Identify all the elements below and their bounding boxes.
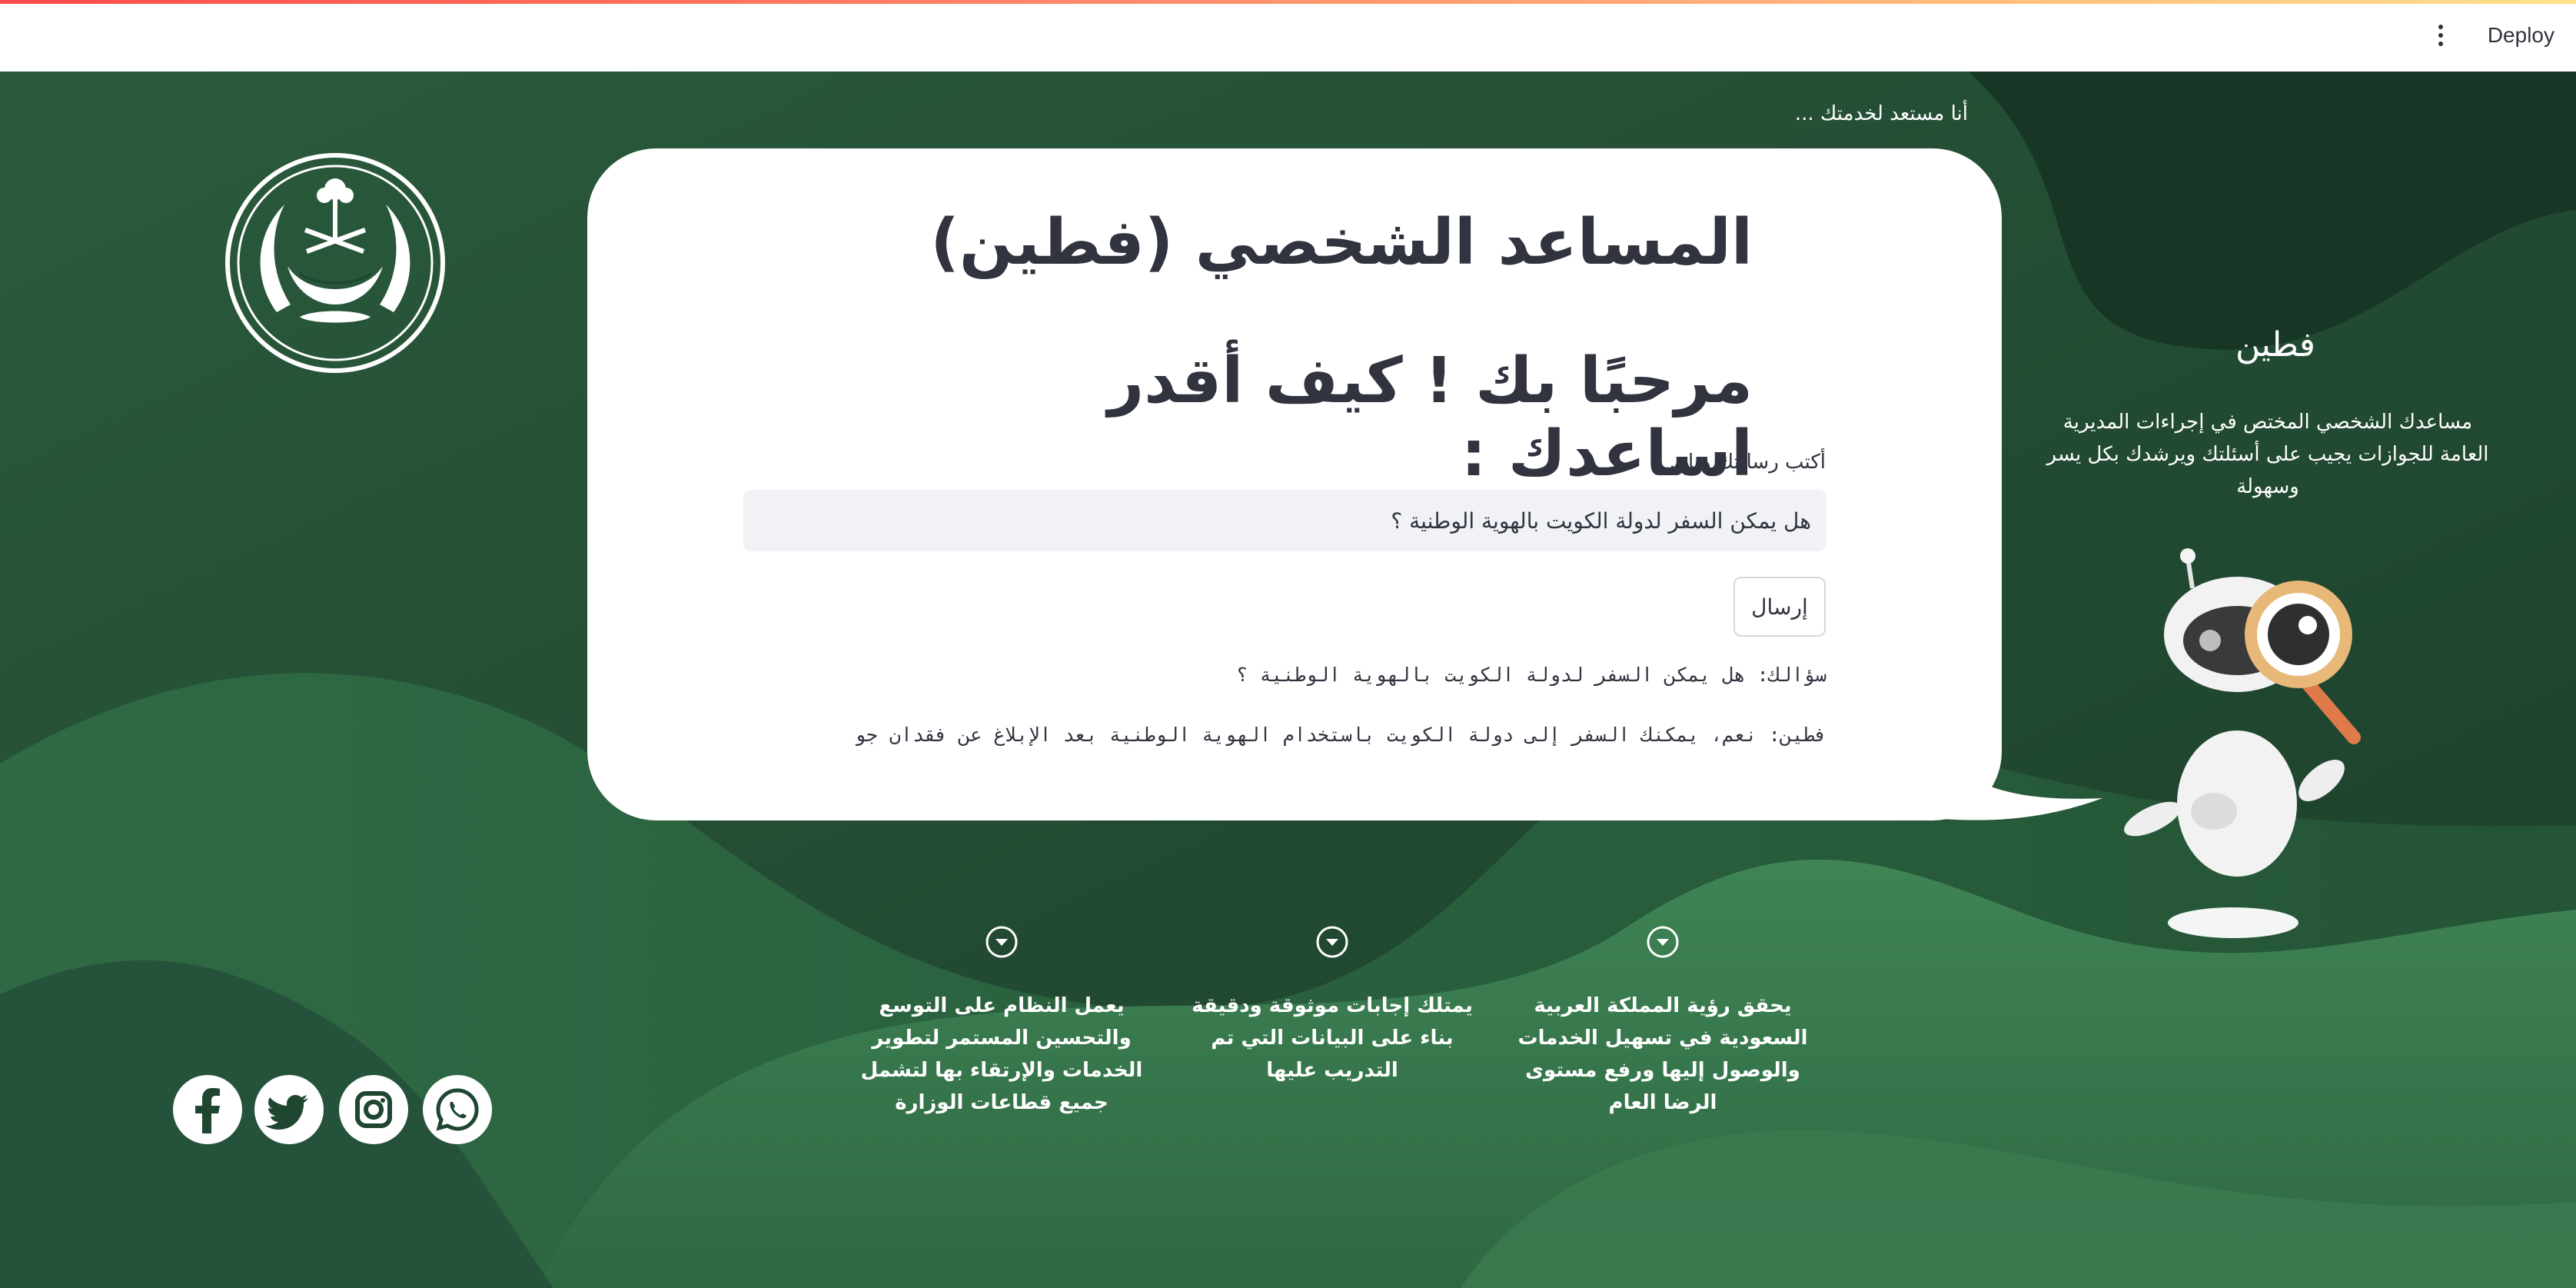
chevron-down-circle-icon[interactable] xyxy=(1646,925,1680,959)
page-title: المساعد الشخصي (فطين) xyxy=(930,206,1753,279)
feature-vision: يحقق رؤية المملكة العربية السعودية في تس… xyxy=(1509,925,1816,1119)
message-input[interactable] xyxy=(743,490,1826,551)
feature-text: يعمل النظام على التوسع والتحسين المستمر … xyxy=(860,994,1143,1114)
chevron-down-circle-icon[interactable] xyxy=(985,925,1019,959)
kebab-menu-icon[interactable] xyxy=(2427,20,2453,51)
ready-caption: أنا مستعد لخدمتك ... xyxy=(1794,102,1968,125)
top-decoration-bar xyxy=(0,0,2576,4)
feature-reliable-answers: يمتلك إجابات موثوقة ودقيقة بناء على البي… xyxy=(1178,925,1486,1087)
social-links xyxy=(173,1075,496,1146)
message-input-label: أكتب رسالتك هنا... xyxy=(1669,451,1826,474)
deploy-button[interactable]: Deploy xyxy=(2488,23,2554,48)
chat-answer: فطين: نعم، يمكنك السفر إلى دولة الكويت ب… xyxy=(854,724,1826,746)
assistant-description: مساعدك الشخصي المختص في إجراءات المديرية… xyxy=(2046,411,2489,498)
main-stage: أنا مستعد لخدمتك ... المساعد الشخصي (فطي… xyxy=(0,72,2576,1288)
feature-text: يحقق رؤية المملكة العربية السعودية في تس… xyxy=(1517,994,1808,1114)
feature-continuous-improvement: يعمل النظام على التوسع والتحسين المستمر … xyxy=(848,925,1155,1119)
chat-question: سؤالك: هل يمكن السفر لدولة الكويت بالهوي… xyxy=(1236,664,1826,686)
assistant-name: فطين xyxy=(2235,325,2315,364)
send-button[interactable]: إرسال xyxy=(1733,577,1826,637)
robot-mascot-image xyxy=(2124,548,2361,938)
ministry-emblem-logo xyxy=(225,153,445,373)
whatsapp-icon[interactable] xyxy=(423,1075,492,1144)
facebook-icon[interactable] xyxy=(173,1075,242,1144)
feature-text: يمتلك إجابات موثوقة ودقيقة بناء على البي… xyxy=(1192,994,1473,1082)
instagram-icon[interactable] xyxy=(339,1075,408,1144)
twitter-icon[interactable] xyxy=(254,1075,324,1144)
app-toolbar: Deploy xyxy=(0,0,2576,72)
chevron-down-circle-icon[interactable] xyxy=(1315,925,1349,959)
